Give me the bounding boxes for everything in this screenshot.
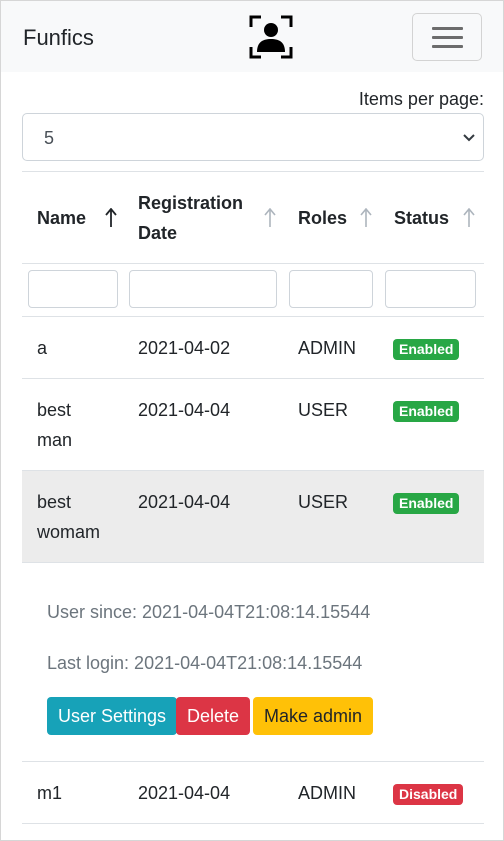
last-login-text: Last login: 2021-04-04T21:08:14.15544 — [47, 653, 363, 673]
sort-arrow-up-icon[interactable] — [360, 208, 372, 228]
row-name: best — [37, 400, 72, 420]
delete-button[interactable]: Delete — [176, 697, 251, 735]
column-header-name[interactable]: Name — [37, 203, 86, 233]
column-header-registration-line1[interactable]: Registration — [138, 188, 243, 218]
column-header-roles[interactable]: Roles — [298, 203, 347, 233]
table-row-selected[interactable]: best womam 2021-04-04 USER Enabled — [22, 471, 484, 563]
table-row[interactable]: m1 2021-04-04 ADMIN Disabled — [22, 762, 484, 824]
menu-toggle-button[interactable] — [412, 13, 482, 61]
sort-arrow-up-icon[interactable] — [104, 208, 118, 228]
row-name: a — [37, 338, 48, 358]
row-date: 2021-04-02 — [138, 338, 231, 358]
sort-arrow-up-icon[interactable] — [264, 208, 276, 228]
row-name-line2: womam — [37, 522, 101, 542]
status-badge: Enabled — [393, 493, 460, 514]
row-name: m1 — [37, 783, 63, 803]
roles-filter-input[interactable] — [289, 270, 373, 308]
row-date: 2021-04-04 — [138, 783, 231, 803]
row-role: ADMIN — [298, 338, 356, 358]
user-since-text: User since: 2021-04-04T21:08:14.15544 — [47, 602, 371, 622]
status-badge: Disabled — [393, 784, 464, 805]
user-portrait-scan-icon[interactable] — [249, 15, 293, 59]
make-admin-button[interactable]: Make admin — [253, 697, 374, 735]
items-per-page-label: Items per page: — [358, 89, 484, 109]
user-settings-button[interactable]: User Settings — [47, 697, 178, 735]
row-details-panel: User since: 2021-04-04T21:08:14.15544 La… — [22, 563, 484, 762]
date-filter-input[interactable] — [129, 270, 277, 308]
brand-link[interactable]: Funfics — [23, 27, 94, 49]
status-filter-input[interactable] — [385, 270, 476, 308]
table-row[interactable]: a 2021-04-02 ADMIN Enabled — [22, 317, 484, 379]
table-header-row: Name Registration Date Roles Status — [22, 172, 484, 264]
row-role: USER — [298, 400, 349, 420]
column-header-status[interactable]: Status — [394, 203, 449, 233]
row-name: best — [37, 492, 72, 512]
column-header-registration-line2[interactable]: Date — [138, 218, 177, 248]
row-date: 2021-04-04 — [138, 492, 231, 512]
items-per-page-select[interactable]: 5 — [22, 113, 484, 161]
row-role: USER — [298, 492, 349, 512]
row-name-line2: man — [37, 430, 73, 450]
chevron-down-icon — [463, 134, 475, 142]
row-role: ADMIN — [298, 783, 356, 803]
row-date: 2021-04-04 — [138, 400, 231, 420]
status-badge: Enabled — [393, 401, 460, 422]
name-filter-input[interactable] — [28, 270, 118, 308]
items-per-page-value: 5 — [44, 128, 55, 148]
sort-arrow-up-icon[interactable] — [463, 208, 475, 228]
filter-row — [22, 264, 484, 317]
navbar: Funfics — [1, 1, 503, 72]
status-badge: Enabled — [393, 339, 460, 360]
table-row[interactable]: best man 2021-04-04 USER Enabled — [22, 379, 484, 471]
